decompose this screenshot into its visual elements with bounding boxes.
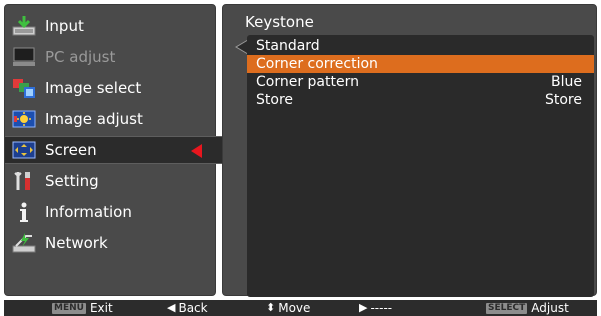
panel-title: Keystone <box>245 13 314 31</box>
sidebar-item-label: Input <box>45 17 84 35</box>
keystone-submenu: Standard Corner correction Corner patter… <box>247 35 594 297</box>
image-select-icon <box>12 77 36 99</box>
option-label: Store <box>256 92 294 108</box>
setting-icon <box>12 170 36 192</box>
projector-menu-screen: Input PC adjust Image select Image adjus… <box>0 0 601 316</box>
keystone-panel: Keystone Standard Corner correction Corn… <box>222 4 597 297</box>
option-corner-pattern[interactable]: Corner pattern Blue <box>247 73 594 91</box>
hint-move: ⬍ Move <box>266 300 310 316</box>
sidebar-item-network[interactable]: Network <box>5 229 217 257</box>
hint-label: ----- <box>370 301 393 315</box>
right-arrow-icon: ▶ <box>359 301 368 314</box>
option-label: Standard <box>256 38 320 54</box>
menu-key-icon: MENU <box>52 302 86 314</box>
left-arrow-icon: ◀ <box>167 301 176 314</box>
sidebar-item-information[interactable]: Information <box>5 198 217 226</box>
image-adjust-icon <box>12 108 36 130</box>
active-indicator-arrow-icon <box>191 144 202 158</box>
hint-label: Back <box>178 301 208 315</box>
sidebar-item-label: Image adjust <box>45 110 143 128</box>
sidebar-item-label: Screen <box>45 141 97 159</box>
pc-adjust-icon <box>12 46 36 68</box>
hint-adjust: SELECT Adjust <box>486 300 569 316</box>
sidebar-item-setting[interactable]: Setting <box>5 167 217 195</box>
network-icon <box>12 232 36 254</box>
option-label: Corner pattern <box>256 74 359 90</box>
option-standard[interactable]: Standard <box>247 37 594 55</box>
select-key-icon: SELECT <box>486 302 528 314</box>
sidebar-item-label: Setting <box>45 172 99 190</box>
hint-label: Move <box>278 301 311 315</box>
sidebar-item-label: Information <box>45 203 132 221</box>
submenu-pointer-icon <box>237 41 247 53</box>
option-value: Store <box>544 92 582 108</box>
sidebar-item-label: Image select <box>45 79 142 97</box>
sidebar-item-label: Network <box>45 234 108 252</box>
hint-label: Adjust <box>531 301 569 315</box>
sidebar-item-screen[interactable]: Screen <box>5 136 225 164</box>
option-corner-correction[interactable]: Corner correction <box>247 55 594 73</box>
key-hint-bar: MENU Exit ◀ Back ⬍ Move ▶ ----- SELECT A… <box>4 300 597 316</box>
hint-label: Exit <box>89 301 113 315</box>
main-menu-sidebar: Input PC adjust Image select Image adjus… <box>4 4 225 296</box>
input-icon <box>12 15 36 37</box>
hint-back: ◀ Back <box>167 300 208 316</box>
sidebar-item-image-adjust[interactable]: Image adjust <box>5 105 217 133</box>
option-value: Blue <box>551 74 582 90</box>
sidebar-item-input[interactable]: Input <box>5 12 217 40</box>
option-label: Corner correction <box>256 56 378 72</box>
hint-next: ▶ ----- <box>359 300 392 316</box>
screen-icon <box>12 139 36 161</box>
sidebar-item-pc-adjust[interactable]: PC adjust <box>5 43 217 71</box>
sidebar-item-image-select[interactable]: Image select <box>5 74 217 102</box>
sidebar-item-label: PC adjust <box>45 48 116 66</box>
option-store[interactable]: Store Store <box>247 91 594 109</box>
hint-exit: MENU Exit <box>52 300 113 316</box>
information-icon <box>12 201 36 223</box>
up-down-arrow-icon: ⬍ <box>266 301 276 314</box>
